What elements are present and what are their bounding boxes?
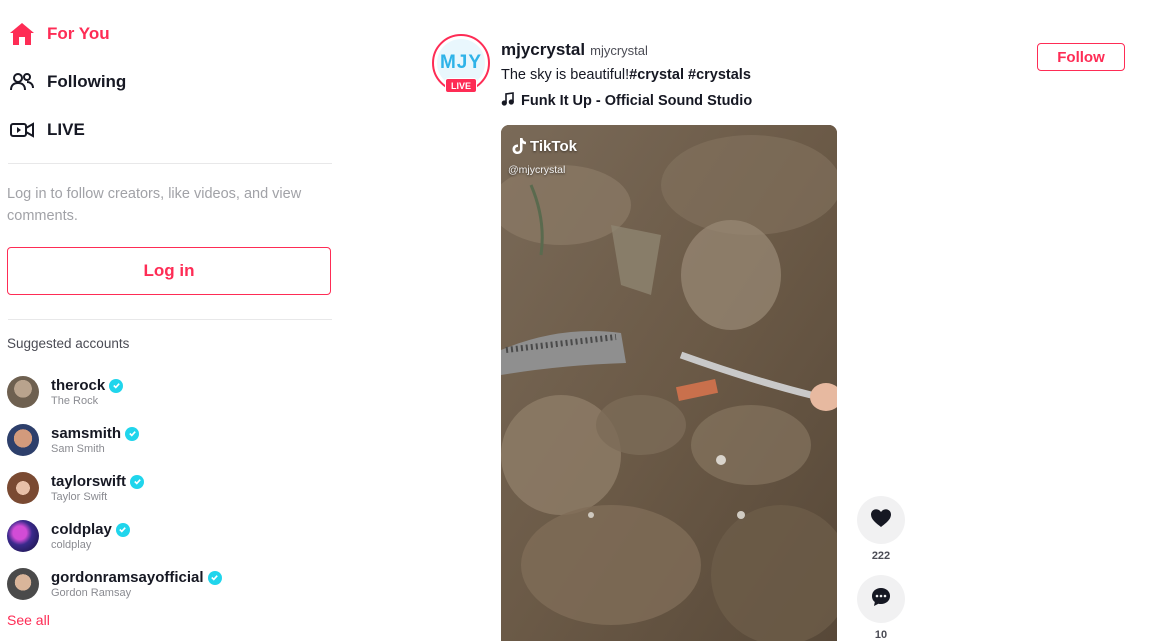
nav-following[interactable]: Following — [8, 64, 126, 100]
nav-live[interactable]: LIVE — [8, 112, 85, 148]
verified-badge-icon — [115, 522, 130, 537]
comment-bubble-icon — [870, 586, 892, 613]
watermark-handle: @mjycrystal — [508, 164, 566, 176]
suggested-account[interactable]: gordonramsayofficial Gordon Ramsay — [7, 560, 327, 608]
video-camera-icon — [8, 116, 36, 144]
verified-badge-icon — [207, 570, 222, 585]
avatar — [7, 568, 39, 600]
login-hint: Log in to follow creators, like videos, … — [7, 186, 302, 224]
nav-for-you[interactable]: For You — [8, 16, 110, 52]
divider — [8, 163, 332, 164]
see-all-link[interactable]: See all — [7, 612, 50, 628]
like-action: 222 — [857, 496, 905, 562]
tiktok-logo-icon — [511, 137, 527, 155]
verified-badge-icon — [130, 474, 145, 489]
nav-live-label: LIVE — [47, 120, 85, 139]
avatar — [7, 472, 39, 504]
account-handle: taylorswift — [51, 473, 127, 490]
heart-icon — [870, 508, 892, 533]
suggested-account[interactable]: coldplay coldplay — [7, 512, 327, 560]
author-info: mjycrystal mjycrystal — [501, 40, 648, 60]
account-handle: therock — [51, 377, 106, 394]
comment-button[interactable] — [857, 575, 905, 623]
comment-count: 10 — [874, 629, 888, 641]
sidebar: For You Following LIVE Log in to follow … — [0, 0, 340, 641]
video-frame — [501, 125, 837, 641]
tiktok-watermark: TikTok — [511, 137, 577, 155]
caption-text: The sky is beautiful! — [501, 67, 630, 83]
watermark-logo-text: TikTok — [530, 137, 577, 155]
music-title: Funk It Up - Official Sound Studio — [521, 93, 753, 109]
divider — [8, 319, 332, 320]
nav-for-you-label: For You — [47, 24, 110, 43]
suggested-account[interactable]: taylorswift Taylor Swift — [7, 464, 327, 512]
login-button[interactable]: Log in — [7, 247, 331, 295]
account-handle: coldplay — [51, 521, 112, 538]
author-handle[interactable]: mjycrystal — [501, 40, 585, 60]
comment-action: 10 — [857, 575, 905, 641]
music-link[interactable]: Funk It Up - Official Sound Studio — [501, 92, 752, 110]
avatar — [7, 520, 39, 552]
users-icon — [8, 68, 36, 96]
account-name: The Rock — [51, 395, 99, 407]
account-handle: gordonramsayofficial — [51, 569, 204, 586]
account-handle: samsmith — [51, 425, 122, 442]
suggested-accounts-title: Suggested accounts — [7, 336, 130, 351]
like-button[interactable] — [857, 496, 905, 544]
music-note-icon — [501, 92, 515, 110]
verified-badge-icon — [109, 378, 124, 393]
suggested-account[interactable]: therock The Rock — [7, 368, 327, 416]
avatar — [7, 424, 39, 456]
account-name: coldplay — [51, 539, 92, 551]
suggested-account[interactable]: samsmith Sam Smith — [7, 416, 327, 464]
author-nickname: mjycrystal — [590, 43, 648, 58]
verified-badge-icon — [125, 426, 140, 441]
like-count: 222 — [871, 550, 891, 562]
hashtag-link[interactable]: #crystals — [688, 67, 751, 83]
live-badge: LIVE — [445, 78, 477, 93]
account-name: Taylor Swift — [51, 491, 108, 503]
hashtag-link[interactable]: #crystal — [629, 67, 684, 83]
account-name: Sam Smith — [51, 443, 105, 455]
video-player[interactable]: TikTok @mjycrystal — [501, 125, 837, 641]
post-caption: The sky is beautiful!#crystal #crystals — [501, 67, 751, 83]
follow-button[interactable]: Follow — [1037, 43, 1125, 71]
nav-following-label: Following — [47, 72, 127, 91]
suggested-accounts-list: therock The Rock samsmith Sam Smith tayl… — [7, 368, 327, 608]
avatar — [7, 376, 39, 408]
home-icon — [8, 20, 36, 48]
account-name: Gordon Ramsay — [51, 587, 132, 599]
